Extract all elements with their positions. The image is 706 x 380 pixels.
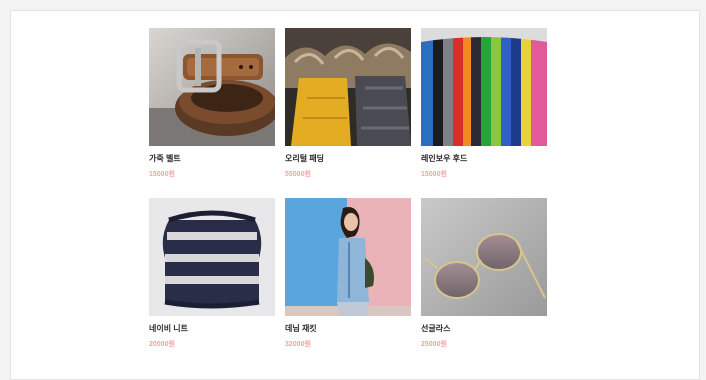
product-price: 20000원 — [149, 341, 175, 348]
product-image-belt[interactable] — [149, 28, 275, 146]
product-card[interactable]: 네이비 니트 20000원 — [149, 198, 275, 349]
product-image-denim-jacket[interactable] — [285, 198, 411, 316]
product-image-padded-jacket[interactable] — [285, 28, 411, 146]
product-image-colorful-hoodies[interactable] — [421, 28, 547, 146]
product-card[interactable]: 오리털 패딩 55000원 — [285, 28, 411, 179]
product-image-sunglasses[interactable] — [421, 198, 547, 316]
product-card[interactable]: 레인보우 후드 15000원 — [421, 28, 547, 179]
product-price: 15000원 — [421, 171, 447, 178]
product-name: 선글라스 — [421, 324, 451, 333]
product-card[interactable]: 데님 재킷 32000원 — [285, 198, 411, 349]
product-price: 15000원 — [149, 171, 175, 178]
product-name: 데님 재킷 — [285, 324, 317, 333]
product-panel: 가죽 벨트 15000원 오리털 패딩 55000원 레인보우 후드 15000… — [10, 10, 700, 380]
product-card[interactable]: 가죽 벨트 15000원 — [149, 28, 275, 179]
product-name: 네이비 니트 — [149, 324, 189, 333]
product-card[interactable]: 선글라스 25000원 — [421, 198, 547, 349]
product-price: 32000원 — [285, 341, 311, 348]
product-grid: 가죽 벨트 15000원 오리털 패딩 55000원 레인보우 후드 15000… — [149, 28, 549, 349]
product-price: 55000원 — [285, 171, 311, 178]
product-name: 오리털 패딩 — [285, 154, 325, 163]
product-price: 25000원 — [421, 341, 447, 348]
product-name: 레인보우 후드 — [421, 154, 468, 163]
product-image-navy-knit[interactable] — [149, 198, 275, 316]
product-name: 가죽 벨트 — [149, 154, 181, 163]
